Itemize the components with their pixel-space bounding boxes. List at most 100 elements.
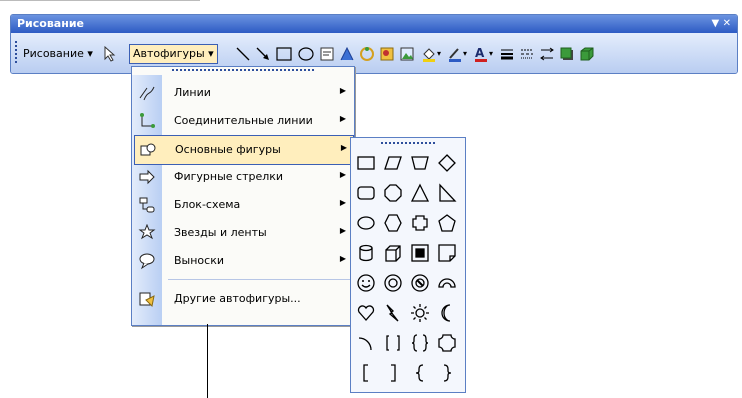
menu-item-stars-banners[interactable]: Звезды и ленты ▶ — [134, 219, 352, 247]
autoshapes-menu-label: Автофигуры — [133, 47, 205, 60]
background-line — [0, 0, 200, 7]
shape-octagon-icon[interactable] — [382, 182, 404, 204]
shadow-style-icon[interactable] — [559, 46, 575, 65]
submenu-arrow-icon: ▶ — [339, 226, 346, 235]
shape-isosceles-triangle-icon[interactable] — [409, 182, 431, 204]
shape-left-brace-icon[interactable] — [409, 362, 431, 384]
shape-right-brace-icon[interactable] — [436, 362, 458, 384]
menu-item-label: Линии — [174, 86, 211, 99]
svg-text:▾: ▾ — [463, 49, 467, 58]
dash-style-icon[interactable] — [519, 46, 535, 65]
menu-item-callouts[interactable]: Выноски ▶ — [134, 247, 352, 275]
menu-item-basic-shapes[interactable]: Основные фигуры ▶ — [134, 135, 354, 165]
submenu-arrow-icon: ▶ — [340, 143, 347, 152]
shape-no-symbol-icon[interactable] — [409, 272, 431, 294]
line-style-icon[interactable] — [499, 46, 515, 65]
menu-item-flowchart[interactable]: Блок-схема ▶ — [134, 191, 352, 219]
svg-text:▾: ▾ — [437, 49, 441, 58]
menu-item-label: Основные фигуры — [175, 143, 281, 156]
svg-text:▾: ▾ — [489, 49, 493, 58]
shape-hexagon-icon[interactable] — [382, 212, 404, 234]
wordart-icon[interactable] — [339, 46, 355, 65]
more-autoshapes-icon — [138, 290, 156, 308]
shape-bevel-icon[interactable] — [409, 242, 431, 264]
shape-donut-icon[interactable] — [382, 272, 404, 294]
select-objects-icon[interactable] — [103, 45, 117, 65]
shape-double-brace-icon[interactable] — [409, 332, 431, 354]
shape-right-triangle-icon[interactable] — [436, 182, 458, 204]
shape-folded-corner-icon[interactable] — [436, 242, 458, 264]
shape-cube-icon[interactable] — [382, 242, 404, 264]
arrow-style-icon[interactable] — [539, 46, 555, 65]
shape-parallelogram-icon[interactable] — [382, 152, 404, 174]
autoshapes-menu: Линии ▶ Соединительные линии ▶ Основные … — [131, 66, 355, 326]
drawing-menu-label: Рисование — [23, 47, 84, 60]
shape-plaque-icon[interactable] — [436, 332, 458, 354]
toolbar-title: Рисование — [17, 17, 84, 30]
oval-tool-icon[interactable] — [297, 46, 315, 65]
shape-lightning-bolt-icon[interactable] — [382, 302, 404, 324]
shape-diamond-icon[interactable] — [436, 152, 458, 174]
menu-item-label: Фигурные стрелки — [174, 170, 284, 183]
shape-can-icon[interactable] — [355, 242, 377, 264]
stars-banners-icon — [138, 223, 156, 242]
line-color-icon[interactable]: ▾ — [447, 46, 471, 65]
shape-smiley-face-icon[interactable] — [355, 272, 377, 294]
menu-drag-handle[interactable] — [172, 69, 314, 77]
shape-cross-icon[interactable] — [409, 212, 431, 234]
font-color-icon[interactable]: A ▾ — [473, 46, 497, 65]
toolbar-controls-icon[interactable]: ▼ ✕ — [711, 15, 731, 33]
shape-heart-icon[interactable] — [355, 302, 377, 324]
basic-shapes-palette — [350, 137, 466, 393]
menu-item-connectors[interactable]: Соединительные линии ▶ — [134, 107, 352, 135]
line-tool-icon[interactable] — [235, 46, 251, 65]
block-arrows-icon — [138, 168, 156, 186]
shape-rectangle-icon[interactable] — [355, 152, 377, 174]
submenu-arrow-icon: ▶ — [339, 170, 346, 179]
3d-style-icon[interactable] — [579, 46, 595, 65]
shape-double-bracket-icon[interactable] — [382, 332, 404, 354]
shape-moon-icon[interactable] — [436, 302, 458, 324]
menu-separator — [168, 279, 350, 280]
lines-icon — [138, 84, 156, 102]
submenu-arrow-icon: ▶ — [339, 86, 346, 95]
drawn-line — [207, 324, 208, 398]
shape-oval-icon[interactable] — [355, 212, 377, 234]
fill-color-icon[interactable]: ▾ — [421, 46, 445, 65]
picture-icon[interactable] — [399, 46, 415, 65]
basic-shapes-icon — [139, 141, 157, 159]
menu-item-more-autoshapes[interactable]: Другие автофигуры... — [134, 285, 352, 313]
menu-item-label: Звезды и ленты — [174, 226, 267, 239]
menu-item-lines[interactable]: Линии ▶ — [134, 79, 352, 107]
drawing-toolbar: Рисование ▼ ✕ Рисование ▾ Автофигуры ▾ ▾… — [10, 14, 738, 74]
shape-rounded-rectangle-icon[interactable] — [355, 182, 377, 204]
menu-item-label: Соединительные линии — [174, 114, 313, 127]
menu-item-block-arrows[interactable]: Фигурные стрелки ▶ — [134, 163, 352, 191]
menu-item-label: Блок-схема — [174, 198, 241, 211]
clipart-icon[interactable] — [379, 46, 395, 65]
toolbar-title-bar[interactable]: Рисование ▼ ✕ — [11, 15, 737, 33]
rectangle-tool-icon[interactable] — [275, 46, 293, 65]
shape-trapezoid-icon[interactable] — [409, 152, 431, 174]
text-box-icon[interactable] — [319, 46, 335, 65]
shape-arc-icon[interactable] — [355, 332, 377, 354]
submenu-arrow-icon: ▶ — [339, 198, 346, 207]
drawing-menu-button[interactable]: Рисование ▾ — [23, 45, 93, 63]
submenu-arrow-icon: ▶ — [339, 254, 346, 263]
toolbar-grip[interactable] — [15, 41, 20, 63]
menu-item-label: Выноски — [174, 254, 224, 267]
shape-left-bracket-icon[interactable] — [355, 362, 377, 384]
diagram-icon[interactable] — [359, 46, 375, 65]
callouts-icon — [138, 252, 156, 270]
menu-item-label: Другие автофигуры... — [174, 292, 301, 305]
shape-pentagon-icon[interactable] — [436, 212, 458, 234]
arrow-tool-icon[interactable] — [255, 46, 271, 65]
connectors-icon — [138, 112, 156, 130]
palette-drag-handle[interactable] — [381, 142, 435, 144]
shape-right-bracket-icon[interactable] — [382, 362, 404, 384]
toolbar-row: Рисование ▾ Автофигуры ▾ ▾ ▾ A ▾ — [11, 33, 737, 73]
svg-text:A: A — [475, 46, 485, 60]
shape-block-arc-icon[interactable] — [436, 272, 458, 294]
shape-sun-icon[interactable] — [409, 302, 431, 324]
autoshapes-menu-button[interactable]: Автофигуры ▾ — [129, 44, 218, 64]
